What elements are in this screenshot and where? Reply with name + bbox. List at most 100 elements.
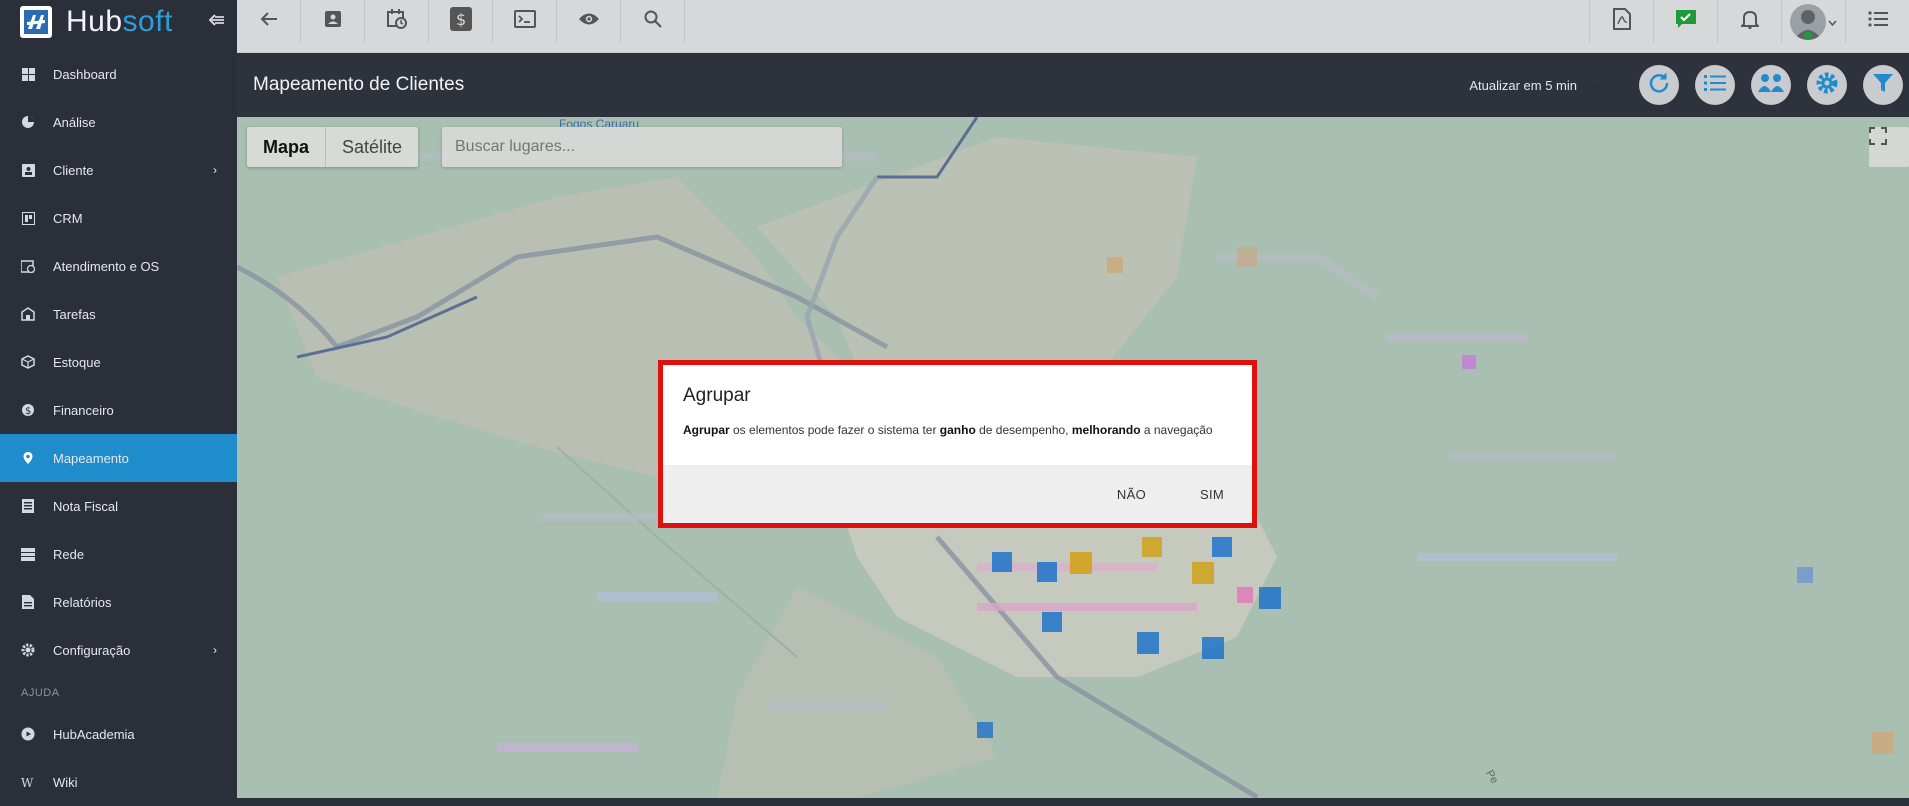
clients-shortcut-button[interactable] <box>301 0 365 43</box>
schedule-shortcut-button[interactable] <box>365 0 429 43</box>
sidebar-item-atendimento[interactable]: Atendimento e OS <box>0 242 237 290</box>
list-icon <box>1704 74 1726 97</box>
filter-button[interactable] <box>1863 65 1903 105</box>
menu-button[interactable] <box>1845 0 1909 43</box>
sidebar-item-dashboard[interactable]: Dashboard <box>0 50 237 98</box>
menu-list-icon <box>1867 11 1888 32</box>
caret-down-icon <box>1591 78 1601 93</box>
svg-text:W: W <box>21 776 34 788</box>
list-button[interactable] <box>1695 65 1735 105</box>
chevron-right-icon: › <box>213 643 217 657</box>
sidebar-item-label: Mapeamento <box>53 450 129 466</box>
sidebar-item-analise[interactable]: Análise <box>0 98 237 146</box>
sidebar-item-label: Atendimento e OS <box>53 258 160 274</box>
sidebar-item-label: Dashboard <box>53 66 117 82</box>
filter-icon <box>1872 72 1894 99</box>
sidebar-item-wiki[interactable]: W Wiki <box>0 758 237 806</box>
search-icon <box>644 10 662 33</box>
map-pin-icon <box>21 451 35 465</box>
map-type-control: Mapa Satélite <box>247 127 419 167</box>
page-title: Mapeamento de Clientes <box>253 74 465 95</box>
hubsoft-logo-icon <box>20 5 52 38</box>
gear-icon <box>21 643 35 657</box>
money-icon: $ <box>21 403 35 417</box>
settings-icon <box>1816 72 1838 99</box>
finance-shortcut-button[interactable]: $ <box>429 0 493 43</box>
group-button[interactable] <box>1751 65 1791 105</box>
sidebar-item-label: Estoque <box>53 354 101 370</box>
invoice-icon <box>21 499 35 513</box>
terminal-icon <box>513 10 536 33</box>
sidebar-item-label: Rede <box>53 546 85 562</box>
avatar <box>1790 3 1826 40</box>
pie-chart-icon <box>21 115 35 129</box>
dashboard-icon <box>21 67 35 81</box>
terminal-shortcut-button[interactable] <box>493 0 557 43</box>
sidebar-item-label: HubAcademia <box>53 726 135 742</box>
sidebar-item-mapeamento[interactable]: Mapeamento <box>0 434 237 482</box>
map-type-satellite-button[interactable]: Satélite <box>326 127 418 167</box>
eye-icon <box>578 12 600 31</box>
sidebar-nav: Dashboard Análise Cliente › CRM Atendime… <box>0 50 237 806</box>
chevron-down-icon <box>1828 13 1837 31</box>
group-icon <box>1758 72 1784 99</box>
top-toolbar: $ <box>237 0 1909 53</box>
sidebar-item-configuracao[interactable]: Configuração › <box>0 626 237 674</box>
sidebar-item-estoque[interactable]: Estoque <box>0 338 237 386</box>
wiki-icon: W <box>21 775 35 789</box>
bell-icon <box>1739 9 1760 34</box>
messages-button[interactable] <box>1653 0 1717 43</box>
tasks-icon <box>21 307 35 321</box>
sidebar-item-label: Wiki <box>53 774 78 790</box>
view-shortcut-button[interactable] <box>557 0 621 43</box>
sidebar: Hubsoft Dashboard Análise Cliente › CRM … <box>0 0 237 798</box>
svg-text:$: $ <box>456 10 466 29</box>
collapse-sidebar-icon[interactable] <box>208 13 225 32</box>
search-button[interactable] <box>621 0 685 43</box>
hubsoft-logo-text: Hubsoft <box>66 4 173 38</box>
dialog-message: Agrupar os elementos pode fazer o sistem… <box>683 423 1213 437</box>
back-arrow-icon <box>260 11 278 32</box>
no-button[interactable]: NÃO <box>1117 487 1146 502</box>
calendar-clock-icon <box>386 9 407 34</box>
sidebar-item-crm[interactable]: CRM <box>0 194 237 242</box>
svg-text:$: $ <box>25 406 31 417</box>
map-search-input[interactable] <box>442 127 842 167</box>
sidebar-item-label: Relatórios <box>53 594 112 610</box>
sidebar-item-cliente[interactable]: Cliente › <box>0 146 237 194</box>
sidebar-item-label: Cliente <box>53 162 94 178</box>
network-icon <box>21 547 35 561</box>
sidebar-item-relatorios[interactable]: Relatórios <box>0 578 237 626</box>
refresh-interval-select[interactable]: Atualizar em 5 min <box>1469 78 1601 93</box>
chevron-right-icon: › <box>213 163 217 177</box>
contact-card-icon <box>324 10 342 33</box>
dialog-title: Agrupar <box>683 385 751 406</box>
sidebar-item-hubacademia[interactable]: HubAcademia <box>0 710 237 758</box>
sidebar-item-tarefas[interactable]: Tarefas <box>0 290 237 338</box>
kanban-icon <box>21 211 35 225</box>
logo-bar: Hubsoft <box>0 0 237 43</box>
dialog-footer: NÃO SIM <box>663 465 1252 523</box>
sidebar-item-nota-fiscal[interactable]: Nota Fiscal <box>0 482 237 530</box>
settings-button[interactable] <box>1807 65 1847 105</box>
back-button[interactable] <box>237 0 301 43</box>
sidebar-item-label: Configuração <box>53 642 131 658</box>
sidebar-item-financeiro[interactable]: $ Financeiro <box>0 386 237 434</box>
fullscreen-button[interactable] <box>1869 127 1909 167</box>
yes-button[interactable]: SIM <box>1200 487 1224 502</box>
calendar-clock-icon <box>21 259 35 273</box>
refresh-button[interactable] <box>1639 65 1679 105</box>
help-section-label: AJUDA <box>21 687 60 699</box>
report-icon <box>21 595 35 609</box>
sidebar-item-rede[interactable]: Rede <box>0 530 237 578</box>
map-type-map-button[interactable]: Mapa <box>247 127 327 167</box>
chat-check-icon <box>1675 9 1697 34</box>
notifications-button[interactable] <box>1717 0 1781 43</box>
sidebar-item-label: Financeiro <box>53 402 114 418</box>
sidebar-item-label: Nota Fiscal <box>53 498 119 514</box>
user-menu[interactable] <box>1781 0 1845 43</box>
contact-card-icon <box>21 163 35 177</box>
pdf-button[interactable] <box>1589 0 1653 43</box>
dollar-icon: $ <box>449 7 472 36</box>
sidebar-item-label: Tarefas <box>53 306 96 322</box>
